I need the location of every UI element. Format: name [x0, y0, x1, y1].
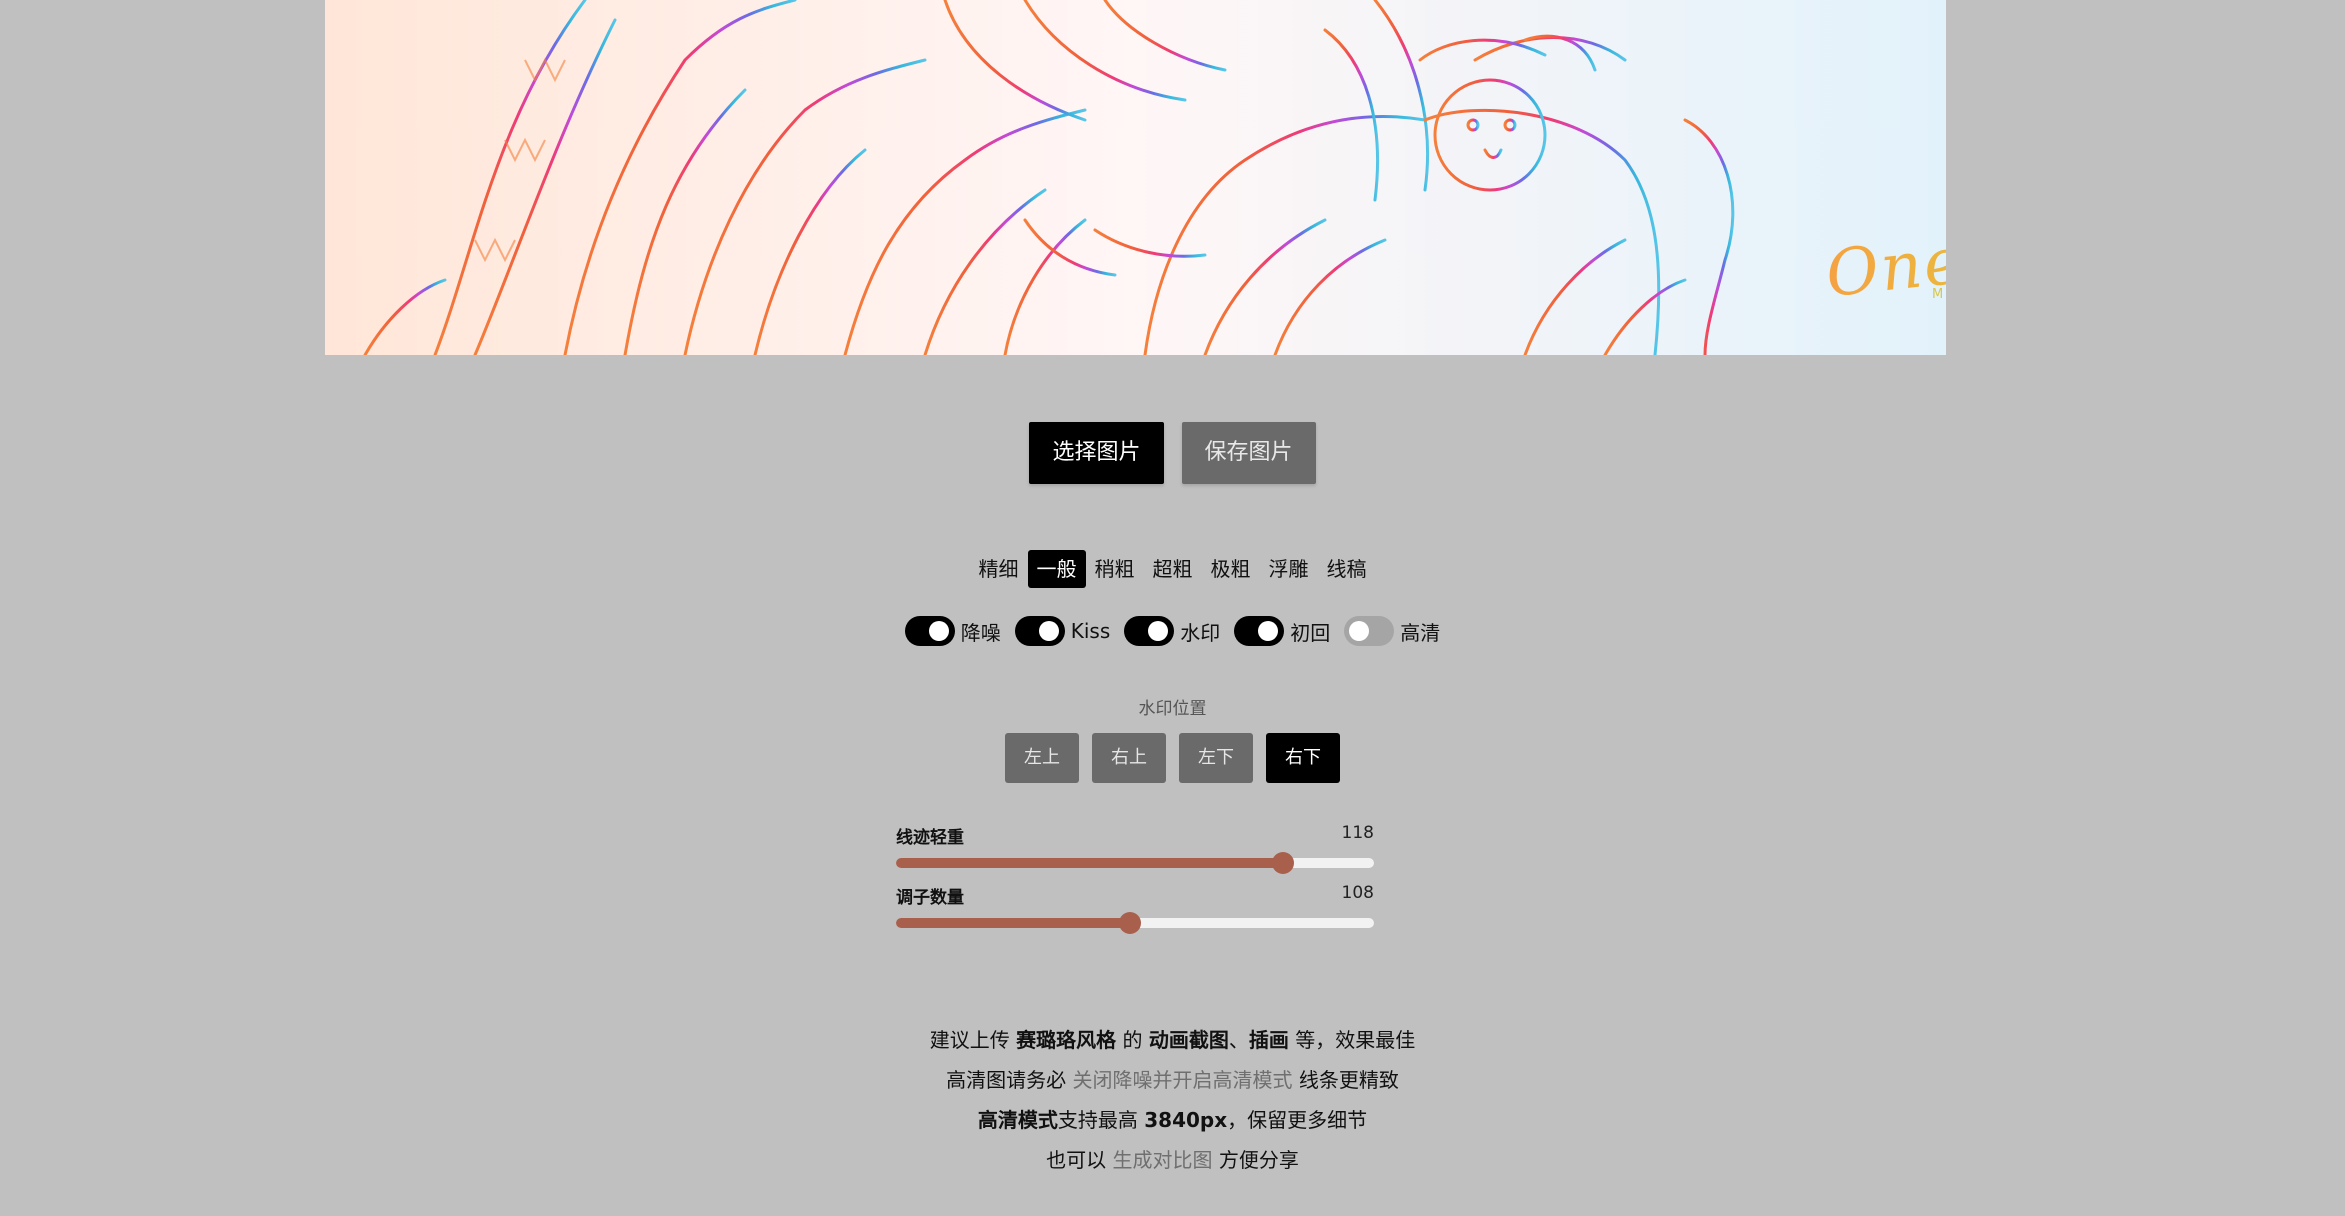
slider-value: 118 [1341, 823, 1374, 843]
tip-text: 、 [1228, 1028, 1249, 1052]
slider-fill [896, 918, 1131, 928]
preview-image: One Last Image Magic Conch [325, 0, 1946, 355]
toggle-watermark[interactable]: 水印 [1124, 616, 1220, 646]
toggle-label: 高清 [1400, 620, 1441, 645]
tip-emphasis: 插画 [1248, 1028, 1289, 1052]
page: One Last Image Magic Conch 选择图片 保存图片 精细 … [0, 0, 2345, 1216]
slider-thumb[interactable] [1272, 852, 1295, 874]
toggle-knob [928, 621, 949, 641]
style-option-relief[interactable]: 浮雕 [1260, 550, 1318, 588]
toggle-switch[interactable] [1014, 616, 1065, 646]
toggle-label: 降噪 [960, 620, 1001, 645]
toggle-label: Kiss [1070, 619, 1111, 643]
style-option-normal[interactable]: 一般 [1027, 550, 1086, 588]
toggle-denoise[interactable]: 降噪 [904, 616, 1001, 646]
slider-label: 调子数量 [896, 888, 964, 908]
line-art-illustration [325, 0, 1946, 355]
style-option-extra-thick[interactable]: 极粗 [1202, 550, 1260, 588]
watermark-position-selector: 左上 右上 左下 右下 [0, 733, 2345, 783]
style-option-line-draft[interactable]: 线稿 [1318, 550, 1376, 588]
tip-text: 方便分享 [1212, 1148, 1299, 1172]
toggle-label: 初回 [1290, 620, 1331, 645]
option-toggles: 降噪 Kiss 水印 初回 高清 [0, 616, 2345, 646]
slider-tone-count: 调子数量 108 [896, 883, 1374, 934]
generate-comparison-link[interactable]: 生成对比图 [1113, 1148, 1213, 1172]
save-image-button[interactable]: 保存图片 [1181, 422, 1316, 484]
toggle-knob [1038, 621, 1059, 641]
style-option-super-thick[interactable]: 超粗 [1144, 550, 1202, 588]
position-top-right-button[interactable]: 右上 [1092, 733, 1166, 783]
toggle-label: 水印 [1180, 620, 1221, 645]
style-option-slightly-thick[interactable]: 稍粗 [1086, 550, 1144, 588]
tip-line-3: 高清模式支持最高 3840px，保留更多细节 [0, 1100, 2345, 1140]
tip-text: 高清图请务必 [946, 1068, 1073, 1092]
line-style-selector: 精细 一般 稍粗 超粗 极粗 浮雕 线稿 [0, 550, 2345, 588]
position-bottom-left-button[interactable]: 左下 [1179, 733, 1253, 783]
select-image-button[interactable]: 选择图片 [1029, 422, 1164, 484]
watermark-position-title: 水印位置 [1138, 699, 1207, 719]
tip-text: 线条更精致 [1292, 1068, 1399, 1092]
tip-line-1: 建议上传 赛璐珞风格 的 动画截图、插画 等，效果最佳 [0, 1020, 2345, 1060]
slider-fill [896, 858, 1284, 868]
tip-text: 支持最高 [1057, 1108, 1145, 1132]
tip-muted: 关闭降噪并开启高清模式 [1072, 1068, 1293, 1092]
slider-value: 108 [1341, 883, 1374, 903]
toggle-first-run[interactable]: 初回 [1234, 616, 1330, 646]
toggle-switch[interactable] [1234, 616, 1285, 646]
tip-emphasis: 3840px [1144, 1108, 1228, 1132]
tip-emphasis: 动画截图 [1148, 1028, 1229, 1052]
tip-line-2: 高清图请务必 关闭降噪并开启高清模式 线条更精致 [0, 1060, 2345, 1100]
tip-text: ，保留更多细节 [1227, 1108, 1368, 1132]
slider-label: 线迹轻重 [896, 828, 964, 848]
action-bar: 选择图片 保存图片 [0, 422, 2345, 484]
toggle-kiss[interactable]: Kiss [1014, 616, 1111, 646]
tip-line-4: 也可以 生成对比图 方便分享 [0, 1140, 2345, 1180]
slider-track[interactable] [896, 912, 1374, 934]
slider-thumb[interactable] [1119, 912, 1142, 934]
toggle-knob [1349, 621, 1370, 641]
position-top-left-button[interactable]: 左上 [1005, 733, 1079, 783]
tip-emphasis: 高清模式 [977, 1108, 1058, 1132]
tip-text: 的 [1116, 1028, 1149, 1052]
toggle-switch[interactable] [1344, 616, 1395, 646]
tip-text: 建议上传 [929, 1028, 1017, 1052]
tip-text: 也可以 [1046, 1148, 1113, 1172]
position-bottom-right-button[interactable]: 右下 [1266, 733, 1340, 783]
slider-track[interactable] [896, 852, 1374, 874]
toggle-knob [1258, 621, 1279, 641]
style-option-fine[interactable]: 精细 [970, 550, 1028, 588]
toggle-switch[interactable] [1124, 616, 1175, 646]
usage-tips: 建议上传 赛璐珞风格 的 动画截图、插画 等，效果最佳 高清图请务必 关闭降噪并… [0, 1020, 2345, 1180]
tip-text: 等，效果最佳 [1288, 1028, 1416, 1052]
slider-line-weight: 线迹轻重 118 [896, 823, 1374, 874]
toggle-hd[interactable]: 高清 [1344, 616, 1440, 646]
watermark-subtitle: Magic Conch [1932, 287, 1946, 302]
toggle-switch[interactable] [904, 616, 955, 646]
tip-emphasis: 赛璐珞风格 [1016, 1028, 1117, 1052]
toggle-knob [1148, 621, 1169, 641]
